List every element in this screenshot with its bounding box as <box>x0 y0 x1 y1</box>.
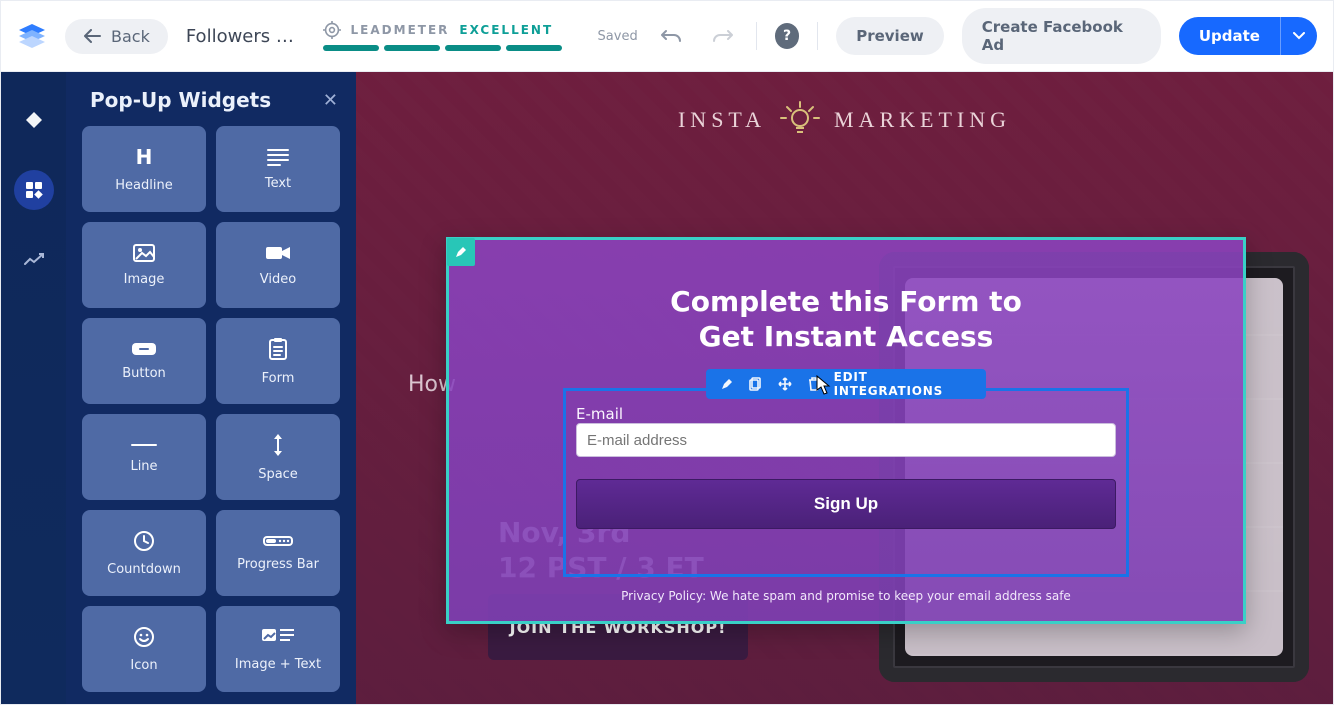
cursor-icon <box>816 375 832 395</box>
edit-icon[interactable] <box>718 374 737 394</box>
text-lines-icon <box>266 148 290 166</box>
popup-headline[interactable]: Complete this Form to Get Instant Access <box>505 284 1187 354</box>
back-label: Back <box>111 27 150 46</box>
widget-label: Progress Bar <box>237 557 319 572</box>
widget-label: Headline <box>115 178 172 193</box>
back-button[interactable]: Back <box>65 19 168 54</box>
editor-canvas[interactable]: INSTA MARKETING How Nov, 3rd 12 PST / 3 … <box>356 72 1333 704</box>
button-icon <box>131 342 157 356</box>
document-title[interactable]: Followers W… <box>186 26 305 47</box>
clock-icon <box>133 530 155 552</box>
space-icon <box>269 433 287 457</box>
duplicate-icon[interactable] <box>747 374 766 394</box>
panel-close-button[interactable]: ✕ <box>323 90 338 111</box>
arrow-left-icon <box>83 29 101 43</box>
widgets-tab[interactable] <box>14 170 54 210</box>
brand-right: MARKETING <box>834 107 1011 133</box>
chevron-down-icon <box>1293 32 1305 40</box>
widget-video[interactable]: Video <box>216 222 340 308</box>
widget-image[interactable]: Image <box>82 222 206 308</box>
element-toolbar[interactable]: EDIT INTEGRATIONS <box>706 369 986 399</box>
brand-header: INSTA MARKETING <box>356 100 1333 140</box>
widget-text[interactable]: Text <box>216 126 340 212</box>
widget-headline[interactable]: H Headline <box>82 126 206 212</box>
progress-icon <box>263 535 293 547</box>
clipboard-icon <box>268 337 288 361</box>
widget-space[interactable]: Space <box>216 414 340 500</box>
image-with-text-icon <box>261 627 295 647</box>
image-icon <box>133 244 155 262</box>
brand-left: INSTA <box>678 107 766 133</box>
move-icon[interactable] <box>776 374 795 394</box>
target-icon <box>323 21 341 39</box>
top-bar: Back Followers W… LEADMETER EXCELLENT Sa… <box>1 1 1333 72</box>
widget-line[interactable]: Line <box>82 414 206 500</box>
headline-line1: Complete this Form to <box>505 284 1187 319</box>
redo-button[interactable] <box>706 19 738 53</box>
signup-button[interactable]: Sign Up <box>576 479 1116 529</box>
email-input[interactable] <box>576 423 1116 457</box>
video-camera-icon <box>265 244 291 262</box>
layers-icon[interactable] <box>14 100 54 140</box>
preview-button[interactable]: Preview <box>836 17 944 55</box>
undo-button[interactable] <box>656 19 688 53</box>
leadmeter-bars <box>323 45 562 51</box>
update-split-button[interactable]: Update <box>1179 17 1317 55</box>
help-button[interactable]: ? <box>775 23 800 49</box>
widget-image-text[interactable]: Image + Text <box>216 606 340 692</box>
widget-label: Button <box>122 366 166 381</box>
widget-label: Space <box>258 467 298 482</box>
widget-label: Form <box>262 371 295 386</box>
leadmeter-title: LEADMETER <box>351 23 450 37</box>
bulb-icon <box>780 100 820 140</box>
widget-label: Image <box>124 272 165 287</box>
update-more-button[interactable] <box>1280 17 1317 55</box>
widget-label: Countdown <box>107 562 181 577</box>
heading-icon: H <box>131 146 157 168</box>
update-button[interactable]: Update <box>1179 17 1280 55</box>
smile-icon <box>133 626 155 648</box>
create-facebook-ad-button[interactable]: Create Facebook Ad <box>962 8 1161 64</box>
email-label: E-mail <box>576 405 1116 423</box>
widget-label: Text <box>265 176 291 191</box>
analytics-tab[interactable] <box>14 240 54 280</box>
headline-line2: Get Instant Access <box>505 319 1187 354</box>
divider <box>817 22 818 50</box>
widget-progress-bar[interactable]: Progress Bar <box>216 510 340 596</box>
widget-label: Video <box>260 272 296 287</box>
widget-label: Line <box>130 459 157 474</box>
leadmeter: LEADMETER EXCELLENT <box>323 21 562 51</box>
svg-text:H: H <box>136 146 153 168</box>
widget-label: Image + Text <box>235 657 321 672</box>
left-rail <box>1 72 66 704</box>
widgets-grid: H Headline Text Image Video Button Form … <box>66 116 356 702</box>
divider <box>756 22 757 50</box>
privacy-policy-text: Privacy Policy: We hate spam and promise… <box>449 589 1243 603</box>
widgets-panel: Pop-Up Widgets ✕ H Headline Text Image V… <box>66 72 356 704</box>
line-icon <box>130 441 158 449</box>
widget-countdown[interactable]: Countdown <box>82 510 206 596</box>
form-selection[interactable]: EDIT INTEGRATIONS E-mail Sign Up <box>563 388 1129 577</box>
panel-title: Pop-Up Widgets <box>90 88 271 112</box>
app-logo <box>17 23 47 49</box>
edit-integrations-button[interactable]: EDIT INTEGRATIONS <box>834 370 974 398</box>
leadmeter-status: EXCELLENT <box>459 23 553 37</box>
saved-status: Saved <box>598 29 638 44</box>
widget-form[interactable]: Form <box>216 318 340 404</box>
popup-selection[interactable]: Complete this Form to Get Instant Access… <box>446 237 1246 624</box>
widget-icon[interactable]: Icon <box>82 606 206 692</box>
widget-button[interactable]: Button <box>82 318 206 404</box>
widget-label: Icon <box>130 658 157 673</box>
